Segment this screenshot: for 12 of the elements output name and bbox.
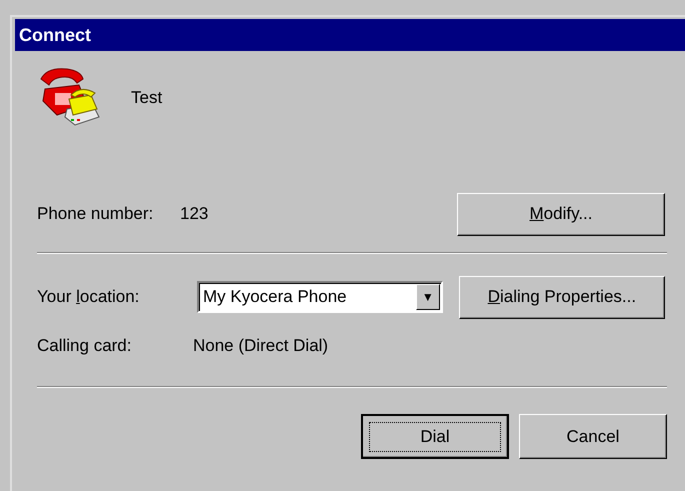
- phone-number-value: 123: [180, 204, 210, 224]
- dialing-properties-button[interactable]: Dialing Properties...: [458, 276, 665, 318]
- phone-number-label: Phone number:: [37, 204, 154, 224]
- modify-button[interactable]: Modify...: [457, 192, 665, 236]
- location-label: Your location:: [37, 287, 140, 307]
- calling-card-value: None (Direct Dial): [193, 336, 328, 356]
- location-dropdown[interactable]: My Kyocera Phone ▼: [197, 281, 443, 313]
- calling-card-label: Calling card:: [37, 336, 132, 356]
- cancel-button[interactable]: Cancel: [519, 414, 667, 459]
- dial-button[interactable]: Dial: [361, 414, 509, 459]
- window-title: Connect: [15, 19, 685, 51]
- connection-name: Test: [131, 88, 162, 108]
